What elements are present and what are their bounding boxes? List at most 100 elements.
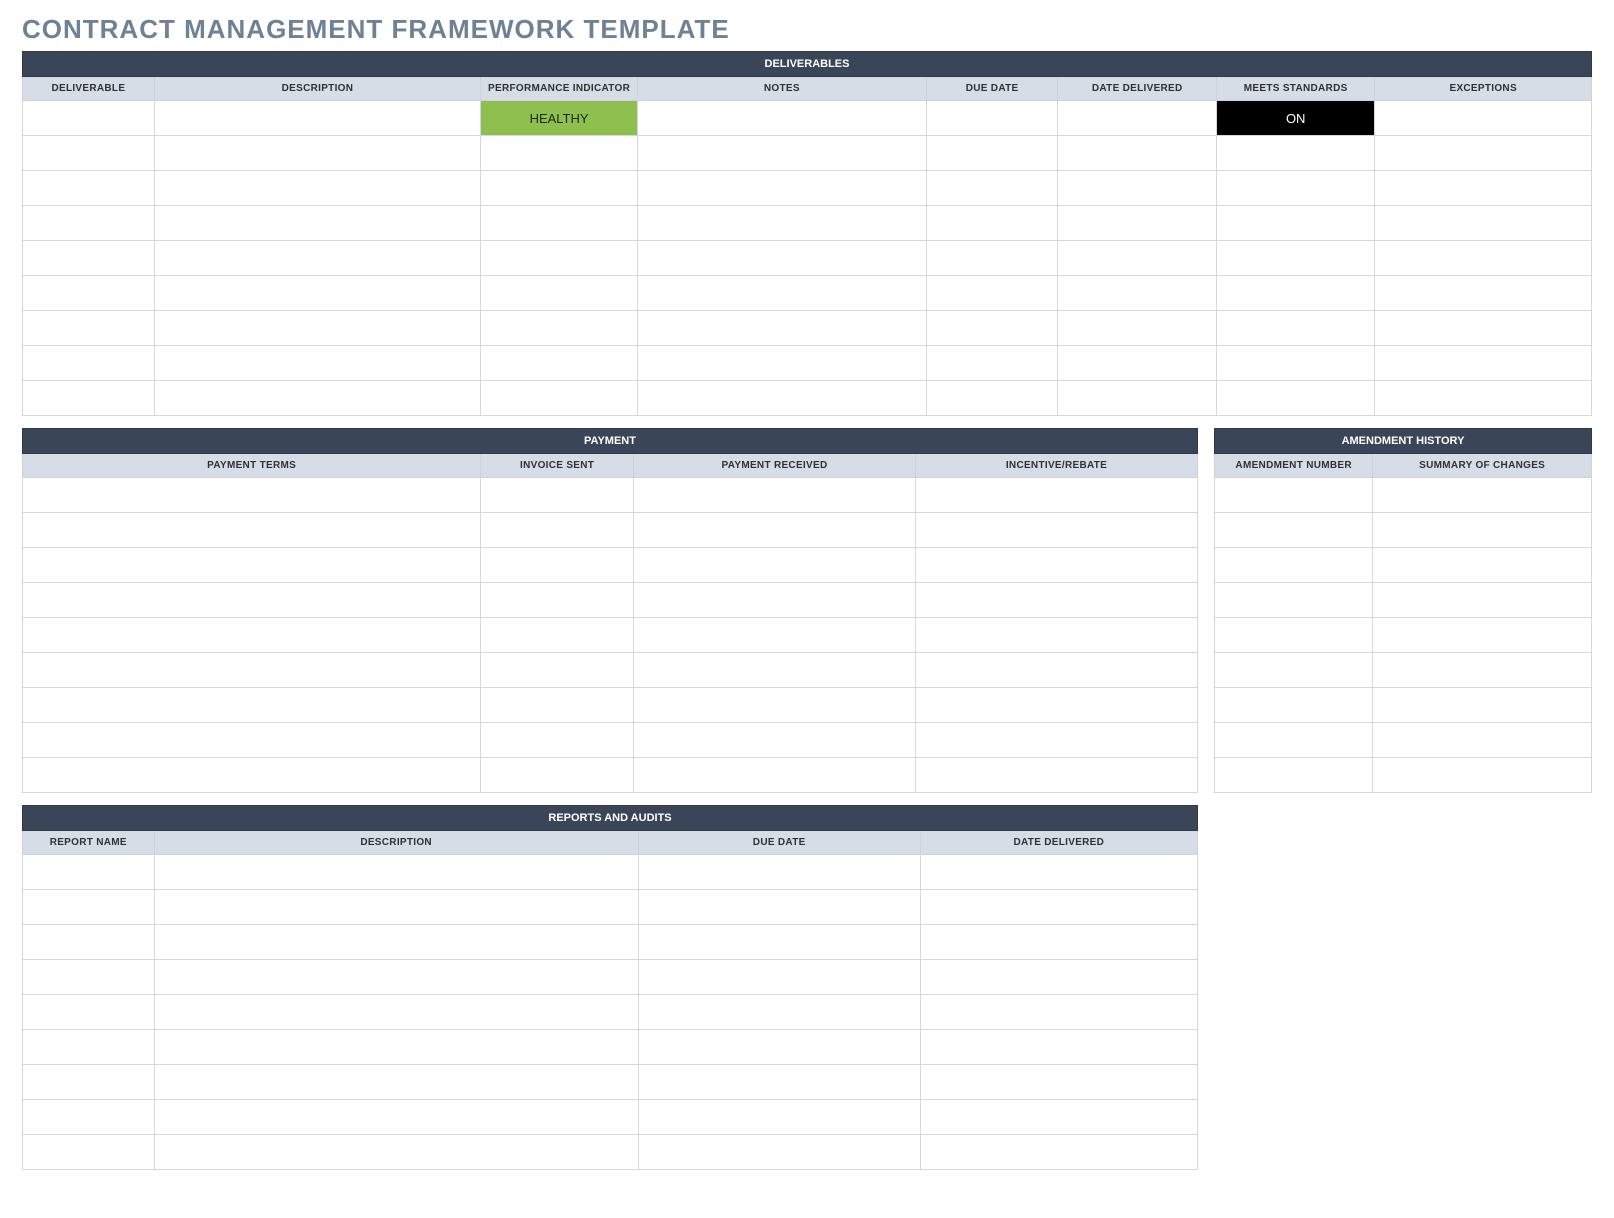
cell[interactable] [1375, 101, 1592, 136]
cell[interactable] [23, 758, 481, 793]
cell[interactable] [1215, 548, 1373, 583]
cell[interactable] [154, 855, 638, 890]
cell[interactable] [638, 1100, 920, 1135]
cell[interactable] [920, 1030, 1197, 1065]
cell[interactable] [23, 583, 481, 618]
cell[interactable] [638, 1030, 920, 1065]
cell[interactable] [1215, 758, 1373, 793]
cell[interactable] [1216, 241, 1374, 276]
cell[interactable] [154, 206, 480, 241]
cell[interactable] [1215, 688, 1373, 723]
cell[interactable] [916, 723, 1198, 758]
cell[interactable] [926, 241, 1058, 276]
cell[interactable] [1215, 478, 1373, 513]
cell[interactable] [1058, 276, 1216, 311]
cell[interactable] [481, 513, 634, 548]
cell[interactable] [1215, 723, 1373, 758]
cell[interactable] [154, 241, 480, 276]
cell[interactable] [634, 688, 916, 723]
cell[interactable] [1375, 381, 1592, 416]
cell[interactable] [920, 925, 1197, 960]
cell[interactable] [638, 1065, 920, 1100]
cell[interactable] [1373, 513, 1592, 548]
cell[interactable] [23, 513, 481, 548]
cell[interactable] [920, 960, 1197, 995]
cell[interactable] [634, 723, 916, 758]
cell[interactable] [23, 1100, 155, 1135]
cell[interactable] [638, 346, 927, 381]
cell[interactable] [916, 618, 1198, 653]
cell[interactable] [154, 136, 480, 171]
cell[interactable] [926, 136, 1058, 171]
cell[interactable] [926, 206, 1058, 241]
cell[interactable] [23, 960, 155, 995]
cell[interactable] [926, 381, 1058, 416]
cell[interactable] [920, 1100, 1197, 1135]
cell[interactable] [481, 381, 638, 416]
cell[interactable] [638, 136, 927, 171]
cell[interactable] [634, 513, 916, 548]
cell[interactable] [916, 758, 1198, 793]
cell[interactable] [634, 653, 916, 688]
cell[interactable] [23, 1135, 155, 1170]
cell[interactable] [1216, 206, 1374, 241]
cell[interactable] [1375, 206, 1592, 241]
cell[interactable] [23, 925, 155, 960]
cell[interactable] [1216, 311, 1374, 346]
cell[interactable] [23, 101, 155, 136]
cell[interactable] [154, 995, 638, 1030]
cell[interactable] [638, 206, 927, 241]
cell[interactable] [920, 1135, 1197, 1170]
cell[interactable] [23, 548, 481, 583]
cell[interactable] [916, 653, 1198, 688]
cell[interactable] [1215, 513, 1373, 548]
cell[interactable] [1215, 583, 1373, 618]
cell[interactable] [154, 960, 638, 995]
cell[interactable] [154, 890, 638, 925]
cell[interactable] [481, 618, 634, 653]
cell[interactable] [1216, 381, 1374, 416]
cell[interactable] [920, 890, 1197, 925]
cell[interactable] [920, 995, 1197, 1030]
cell[interactable] [638, 855, 920, 890]
cell[interactable] [1216, 276, 1374, 311]
cell[interactable] [481, 311, 638, 346]
cell[interactable] [23, 995, 155, 1030]
cell[interactable] [1058, 311, 1216, 346]
cell[interactable] [481, 478, 634, 513]
cell[interactable] [1375, 241, 1592, 276]
cell[interactable] [638, 381, 927, 416]
cell[interactable] [481, 758, 634, 793]
cell[interactable] [23, 346, 155, 381]
cell[interactable] [481, 206, 638, 241]
cell[interactable] [926, 171, 1058, 206]
cell[interactable] [1216, 346, 1374, 381]
cell[interactable] [154, 1135, 638, 1170]
cell[interactable] [638, 241, 927, 276]
cell[interactable] [1216, 171, 1374, 206]
cell[interactable] [23, 276, 155, 311]
cell[interactable] [638, 925, 920, 960]
cell[interactable] [1375, 171, 1592, 206]
cell[interactable] [23, 311, 155, 346]
cell[interactable] [1058, 381, 1216, 416]
cell[interactable] [481, 583, 634, 618]
cell[interactable] [916, 583, 1198, 618]
cell[interactable] [638, 276, 927, 311]
cell[interactable] [926, 311, 1058, 346]
cell[interactable] [926, 346, 1058, 381]
cell[interactable] [23, 136, 155, 171]
cell[interactable] [1058, 241, 1216, 276]
cell[interactable] [1373, 478, 1592, 513]
cell[interactable] [634, 583, 916, 618]
cell[interactable] [638, 890, 920, 925]
cell[interactable] [481, 723, 634, 758]
cell[interactable] [23, 855, 155, 890]
cell[interactable] [23, 688, 481, 723]
cell[interactable] [154, 346, 480, 381]
cell[interactable] [1216, 136, 1374, 171]
cell[interactable] [1215, 653, 1373, 688]
cell[interactable] [916, 478, 1198, 513]
cell[interactable] [638, 101, 927, 136]
cell[interactable] [23, 890, 155, 925]
